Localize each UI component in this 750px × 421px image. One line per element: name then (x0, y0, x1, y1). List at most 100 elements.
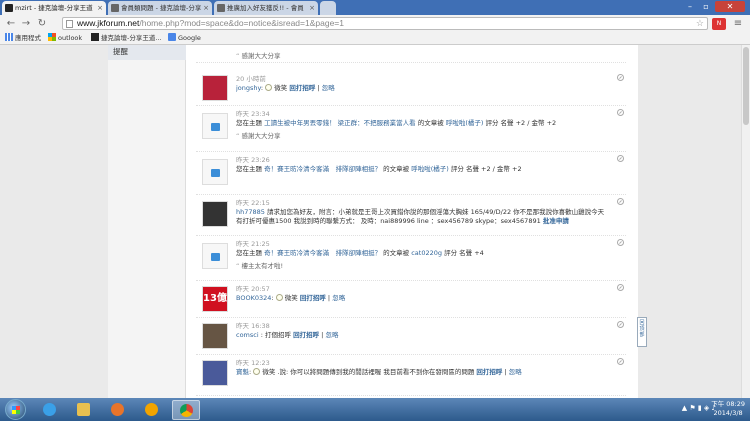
tab-active[interactable]: mzirt - 捷克論壇-分享王道 × (2, 1, 106, 15)
delete-icon[interactable] (617, 109, 624, 116)
avatar[interactable] (202, 201, 228, 227)
menu-icon[interactable]: ≡ (732, 18, 744, 30)
list-item: 昨天 12:23 寶魁: 微笑 .說: 你可以將問題傳到我的閒話裡喔 我目前看不… (196, 356, 626, 396)
close-window-icon[interactable]: ✕ (715, 1, 745, 12)
address-bar[interactable]: www.jkforum.net/home.php?mod=space&do=no… (62, 17, 708, 30)
delete-icon[interactable] (617, 239, 624, 246)
notice-time: 昨天 22:15 (236, 199, 270, 207)
bookmark-label: 捷克論壇-分享王道... (101, 34, 162, 42)
taskbar-explorer[interactable] (70, 400, 98, 420)
new-tab-button[interactable] (320, 1, 336, 15)
avatar[interactable] (202, 75, 228, 101)
list-item: 昨天 22:15 hh77885 請求加您為好友，附言：小弟就是王哥上次買錯你說… (196, 196, 626, 236)
folder-icon (77, 403, 90, 416)
bookmark-label: 應用程式 (15, 34, 41, 42)
bookmark-label: outlook (58, 34, 83, 42)
ignore-link[interactable]: 忽略 (322, 84, 335, 92)
avatar[interactable]: 13億 (202, 286, 228, 312)
taskbar-ie[interactable] (36, 400, 64, 420)
taskbar-messenger[interactable] (138, 400, 166, 420)
minimize-icon[interactable]: – (683, 1, 697, 12)
bookmark-star-icon[interactable]: ☆ (696, 18, 704, 29)
reload-icon[interactable]: ↻ (36, 18, 48, 30)
tab-title: 推廣加入好友獲反!! - 會員 (227, 4, 304, 12)
ignore-link[interactable]: 忽略 (332, 294, 345, 302)
notice-text: 評分 名聲 +2 / 金幣 +2 (450, 165, 522, 173)
notice-text: 微笑 (284, 294, 298, 302)
delete-icon[interactable] (617, 155, 624, 162)
notice-text: 請求加您為好友，附言：小弟就是王哥上次買錯你說的那個淫蕩大胸妹 165/49/D… (267, 208, 605, 216)
topic-link[interactable]: 奇！賽王昉冷清今客滿 排隊卻陣相挺？ (264, 165, 381, 173)
taskbar-firefox[interactable] (104, 400, 132, 420)
site-favicon-icon (5, 4, 13, 12)
page: 提醒 感謝大大分享 20 小時前 jongshy: 微笑 回打招呼 | 忽略 (0, 45, 750, 398)
delete-icon[interactable] (617, 74, 624, 81)
ignore-link[interactable]: 忽略 (509, 368, 522, 376)
notice-text: 您在主題 (236, 249, 262, 257)
user-link[interactable]: BOOK0324 (236, 294, 271, 302)
windows-logo-icon (48, 33, 56, 41)
close-tab-icon[interactable]: × (203, 1, 209, 15)
taskbar-chrome[interactable] (172, 400, 200, 420)
notice-time: 昨天 23:26 (236, 156, 270, 164)
notice-time: 昨天 20:57 (236, 285, 270, 293)
google-icon (168, 33, 176, 41)
bookmark-google[interactable]: Google (168, 32, 201, 45)
user-link[interactable]: 呼啦啦(橘子) (446, 119, 484, 127)
tab-3[interactable]: 推廣加入好友獲反!! - 會員 × (214, 1, 318, 15)
post-link[interactable]: 梁正群：不把服務業當人看 (338, 119, 416, 127)
notice-list: 感謝大大分享 20 小時前 jongshy: 微笑 回打招呼 | 忽略 (186, 45, 638, 398)
delete-icon[interactable] (617, 284, 624, 291)
list-item: 昨天 16:38 comsci : 打個招呼 回打招呼 | 忽略 (196, 319, 626, 355)
notice-time: 昨天 12:23 (236, 359, 270, 367)
close-tab-icon[interactable]: × (97, 1, 103, 15)
delete-icon[interactable] (617, 321, 624, 328)
bookmark-jkforum[interactable]: 捷克論壇-分享王道... (91, 32, 162, 45)
sidebar-item-notice[interactable]: 提醒 (108, 45, 186, 60)
ignore-link[interactable]: 忽略 (325, 331, 338, 339)
tab-2[interactable]: 會員類問題 - 捷克論壇-分享 × (108, 1, 212, 15)
forward-icon[interactable]: → (20, 18, 32, 30)
page-scrollbar[interactable] (741, 45, 750, 398)
approve-request-link[interactable]: 批准申請 (543, 217, 569, 225)
browser-titlebar: mzirt - 捷克論壇-分享王道 × 會員類問題 - 捷克論壇-分享 × 推廣… (0, 0, 750, 15)
back-icon[interactable]: ← (5, 18, 17, 30)
notice-text: : (271, 294, 274, 302)
user-link[interactable]: comsci (236, 331, 259, 339)
bookmark-apps[interactable]: 應用程式 (5, 32, 41, 45)
back-to-top-button[interactable]: 回頂部 (637, 317, 647, 347)
notice-time: 昨天 16:38 (236, 322, 270, 330)
start-button[interactable] (5, 399, 26, 420)
close-tab-icon[interactable]: × (309, 1, 315, 15)
avatar[interactable] (202, 360, 228, 386)
maximize-icon[interactable]: ▫ (699, 1, 713, 12)
smile-icon (253, 368, 261, 375)
bookmark-outlook[interactable]: outlook (48, 32, 82, 45)
reply-greeting-link[interactable]: 回打招呼 (293, 331, 319, 339)
notice-text: 有打折可優惠1500 我說到時的聯繫方式： (236, 217, 359, 225)
list-item: 昨天 23:26 您在主題 奇！賽王昉冷清今客滿 排隊卻陣相挺？ 的文章被 呼啦… (196, 153, 626, 195)
user-link[interactable]: jongshy (236, 84, 261, 92)
reply-greeting-link[interactable]: 回打招呼 (300, 294, 326, 302)
system-notice-icon (202, 113, 228, 139)
delete-icon[interactable] (617, 358, 624, 365)
delete-icon[interactable] (617, 198, 624, 205)
notice-time: 20 小時前 (236, 75, 266, 83)
clock[interactable]: 下午 08:29 2014/3/8 (711, 400, 745, 418)
taskbar: ▲ ⚑ ▮ ◈ ♪ 下午 08:29 2014/3/8 (0, 398, 750, 421)
scrollbar-thumb[interactable] (743, 47, 749, 125)
reply-greeting-link[interactable]: 回打招呼 (476, 368, 502, 376)
topic-link[interactable]: 奇！賽王昉冷清今客滿 排隊卻陣相挺？ (264, 249, 381, 257)
clock-date: 2014/3/8 (713, 409, 743, 417)
extension-new-icon[interactable]: N (712, 18, 726, 30)
user-link[interactable]: 呼啦啦(橘子) (411, 165, 449, 173)
avatar[interactable] (202, 323, 228, 349)
topic-link[interactable]: 工讀生被中年男丟零錢！ (264, 119, 336, 127)
notice-text: : 打個招呼 (260, 331, 291, 339)
tab-title: mzirt - 捷克論壇-分享王道 (15, 4, 93, 12)
tab-title: 會員類問題 - 捷克論壇-分享 (121, 4, 202, 12)
reply-greeting-link[interactable]: 回打招呼 (289, 84, 315, 92)
user-link[interactable]: cat0220g (411, 249, 442, 257)
user-link[interactable]: hh77885 (236, 208, 265, 216)
user-link[interactable]: 寶魁 (236, 368, 249, 376)
